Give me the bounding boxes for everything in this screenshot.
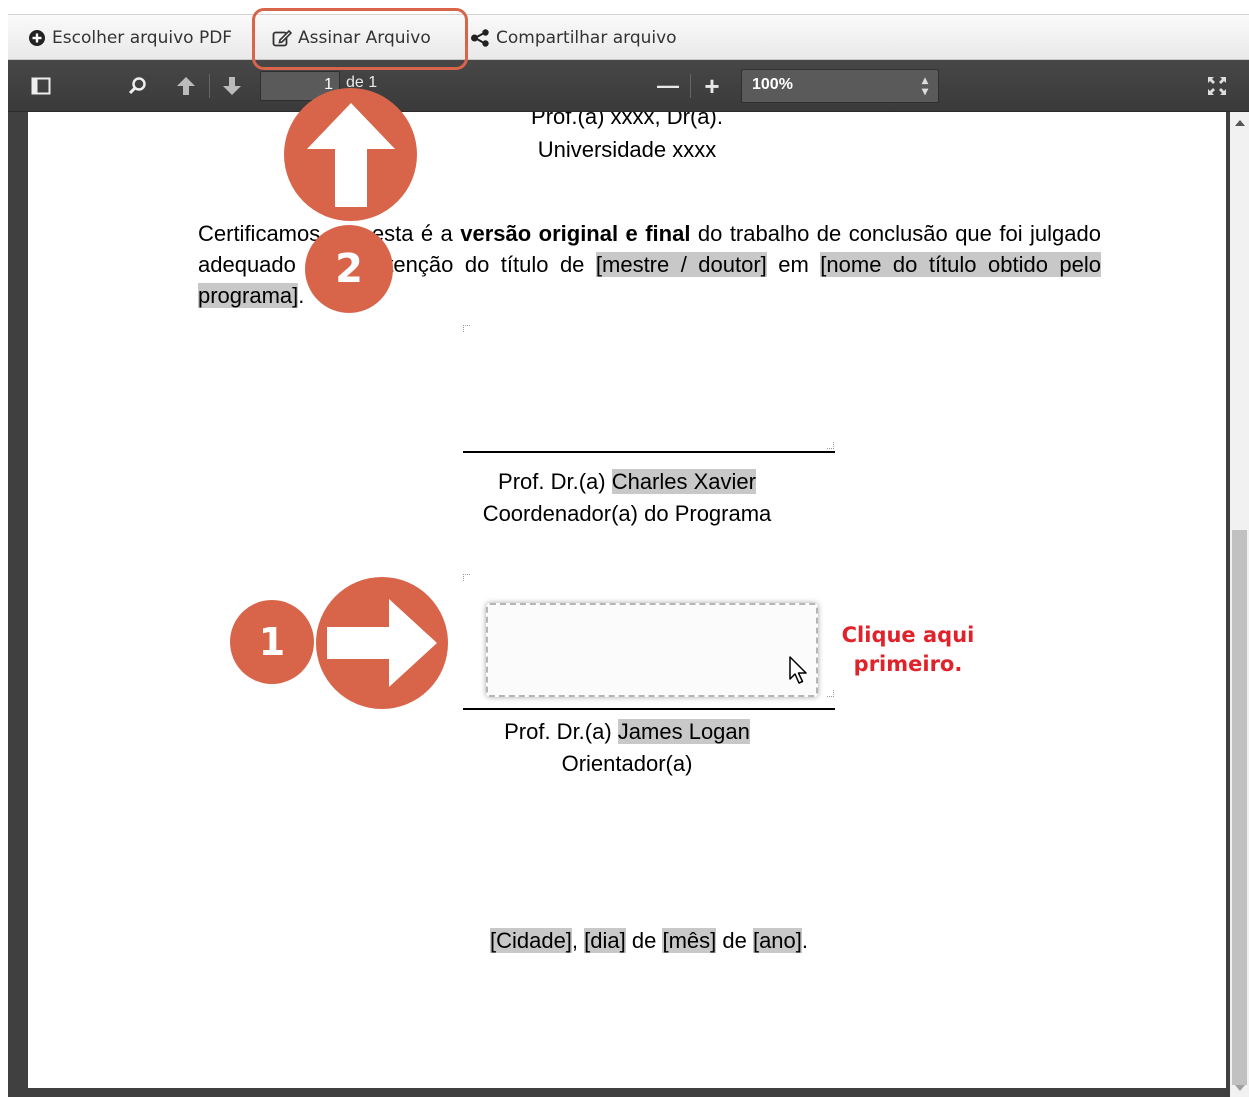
toolbar-divider xyxy=(254,23,255,53)
step-2-badge: 2 xyxy=(305,225,393,313)
choose-pdf-button[interactable]: Escolher arquivo PDF xyxy=(18,15,242,61)
share-file-button[interactable]: Compartilhar arquivo xyxy=(460,15,687,61)
edit-icon xyxy=(272,29,292,47)
zoom-out-button[interactable]: — xyxy=(654,72,682,100)
place-date-line: [Cidade], [dia] de [mês] de [ano]. xyxy=(28,928,1226,954)
arrow-up-icon xyxy=(177,77,195,95)
viewer-toolbar: 1 de 1 — + 100% ▴ ▾ xyxy=(8,60,1249,112)
advisor-name: James Logan xyxy=(617,719,750,744)
up-arrow-marker xyxy=(284,88,417,221)
year-placeholder: [ano] xyxy=(752,928,802,953)
scroll-up-icon[interactable] xyxy=(1235,120,1245,126)
advisor-prefix: Prof. Dr.(a) xyxy=(504,719,618,744)
coordinator-name: Charles Xavier xyxy=(611,469,756,494)
signature-field-corner xyxy=(827,690,834,697)
viewer-divider xyxy=(690,74,691,98)
right-arrow-marker xyxy=(316,577,448,709)
cert-end: . xyxy=(298,283,305,308)
scroll-down-icon[interactable] xyxy=(1235,1085,1245,1091)
arrow-up-icon xyxy=(306,102,395,207)
next-page-button[interactable] xyxy=(218,72,246,100)
find-button[interactable] xyxy=(124,72,150,100)
advisor-signature-line xyxy=(463,708,835,710)
fullscreen-icon xyxy=(1208,77,1226,95)
previous-page-button[interactable] xyxy=(172,72,200,100)
zoom-value: 100% xyxy=(752,76,793,93)
month-placeholder: [mês] xyxy=(662,928,717,953)
cert-degree-placeholder: [mestre / doutor] xyxy=(595,252,767,277)
share-file-label: Compartilhar arquivo xyxy=(496,28,677,48)
plus-circle-icon xyxy=(28,29,46,47)
coordinator-prefix: Prof. Dr.(a) xyxy=(498,469,612,494)
date-de-2: de xyxy=(716,928,753,953)
select-caret-icon: ▴ ▾ xyxy=(921,73,928,98)
mouse-cursor-icon xyxy=(789,656,807,684)
coordinator-role: Coordenador(a) do Programa xyxy=(482,501,772,526)
zoom-in-button[interactable]: + xyxy=(698,70,726,101)
zoom-select[interactable]: 100% ▴ ▾ xyxy=(741,69,939,103)
advisor-name-line: Prof. Dr.(a) James Logan xyxy=(28,719,1226,745)
examiner-name: Prof.(a) xxxx, Dr(a). xyxy=(531,112,723,129)
minus-icon: — xyxy=(657,73,679,98)
share-icon xyxy=(470,29,490,47)
date-dot: . xyxy=(801,928,809,953)
pdf-page: Prof.(a) xxxx, Dr(a). Universidade xxxx … xyxy=(28,112,1226,1088)
day-placeholder: [dia] xyxy=(584,928,626,953)
sidebar-icon xyxy=(31,77,51,95)
signature-field[interactable] xyxy=(486,603,818,697)
fullscreen-button[interactable] xyxy=(1204,72,1230,100)
city-placeholder: [Cidade] xyxy=(489,928,572,953)
signature-field-corner xyxy=(463,574,470,581)
sidebar-toggle-button[interactable] xyxy=(28,72,54,100)
signature-field-corner xyxy=(463,325,470,332)
step-1-badge: 1 xyxy=(230,600,314,684)
scrollbar-thumb[interactable] xyxy=(1232,530,1247,1085)
sign-file-label: Assinar Arquivo xyxy=(298,28,431,48)
cert-bold: versão original e final xyxy=(460,221,691,246)
date-comma: , xyxy=(571,928,585,953)
sign-file-button[interactable]: Assinar Arquivo xyxy=(262,15,441,61)
coordinator-name-line: Prof. Dr.(a) Charles Xavier xyxy=(28,469,1226,495)
search-icon xyxy=(128,77,146,95)
signature-field-corner xyxy=(827,442,834,449)
advisor-role: Orientador(a) xyxy=(561,751,693,776)
arrow-down-icon xyxy=(223,77,241,95)
top-toolbar: Escolher arquivo PDF Assinar Arquivo Com… xyxy=(8,14,1249,60)
vertical-scrollbar[interactable] xyxy=(1230,112,1249,1097)
pdf-viewer: 1 de 1 — + 100% ▴ ▾ Prof.(a) xxxx, Dr(a).… xyxy=(8,60,1249,1097)
date-de-1: de xyxy=(625,928,663,953)
arrow-right-icon xyxy=(327,599,437,687)
cert-em: em xyxy=(766,252,821,277)
viewer-divider xyxy=(209,74,210,98)
plus-icon: + xyxy=(704,70,720,101)
choose-pdf-label: Escolher arquivo PDF xyxy=(52,28,233,48)
coordinator-signature-line xyxy=(463,451,835,453)
examiner-university: Universidade xxxx xyxy=(537,137,717,162)
click-here-hint: Clique aqui primeiro. xyxy=(841,623,975,676)
